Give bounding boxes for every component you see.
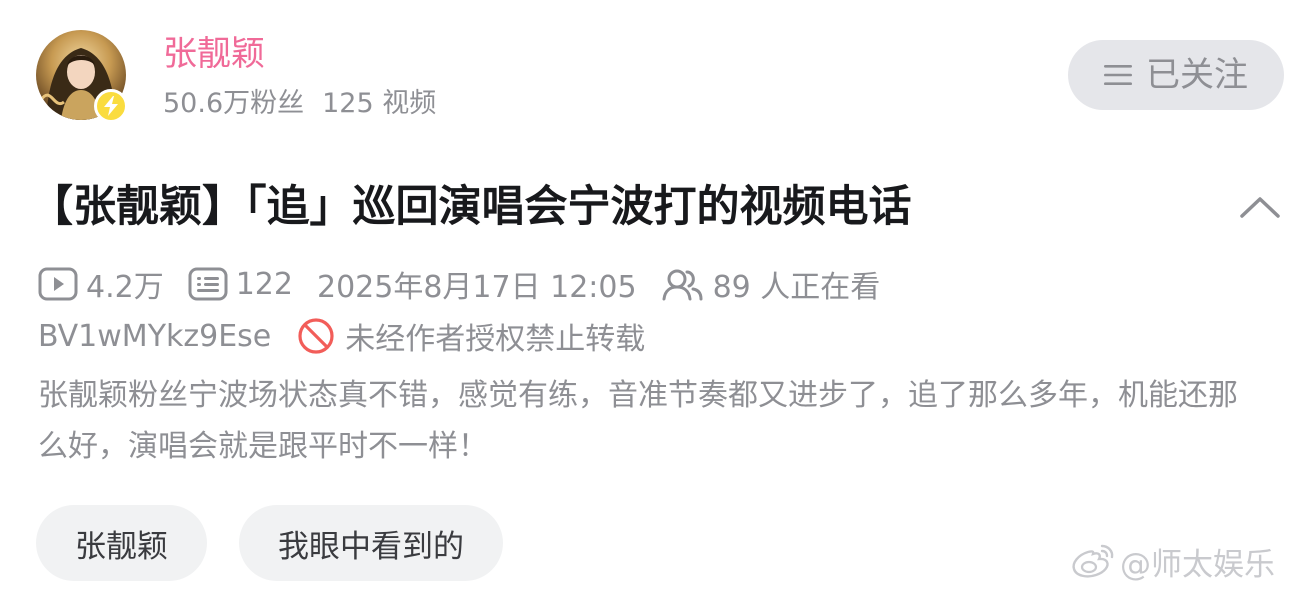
video-meta-row: 4.2万 122 2025年8月17日 12:05 89 人正在看 [38,263,880,305]
watermark-text: @师太娱乐 [1120,546,1275,583]
weibo-logo-icon [1072,544,1114,578]
bvid[interactable]: BV1wMYkz9Ese [38,319,271,354]
tag-item[interactable]: 张靓颖 [36,505,207,581]
weibo-watermark: @师太娱乐 [1070,538,1275,584]
copyright-notice: 未经作者授权禁止转载 [345,322,646,357]
bvid-row: BV1wMYkz9Ese 未经作者授权禁止转载 [38,315,645,357]
collapse-chevron-up-icon[interactable] [1236,190,1284,224]
follower-count: 50.6万粉丝 [163,88,305,119]
watching-count: 89 人正在看 [712,270,881,305]
play-count-icon [38,267,78,301]
watching-users-icon [662,269,703,301]
prohibit-icon [298,318,334,354]
followed-button[interactable]: 已关注 [1068,40,1284,110]
tag-item[interactable]: 我眼中看到的 [239,505,503,581]
verified-lightning-icon [94,89,128,123]
menu-lines-icon [1104,65,1132,85]
followed-button-label: 已关注 [1146,55,1248,95]
video-description: 张靓颖粉丝宁波场状态真不错，感觉有练，音准节奏都又进步了，追了那么多年，机能还那… [38,378,1238,464]
view-count: 4.2万 [86,270,164,305]
video-title: 【张靓颖】「追」巡回演唱会宁波打的视频电话 [30,182,912,232]
danmaku-icon [188,267,228,301]
video-count: 125 视频 [322,88,437,119]
uploader-name[interactable]: 张靓颖 [163,32,265,76]
uploader-stats: 50.6万粉丝 125 视频 [163,85,436,123]
tag-list: 张靓颖 我眼中看到的 [36,505,503,581]
danmaku-count: 122 [235,266,293,302]
publish-time: 2025年8月17日 12:05 [316,270,637,305]
